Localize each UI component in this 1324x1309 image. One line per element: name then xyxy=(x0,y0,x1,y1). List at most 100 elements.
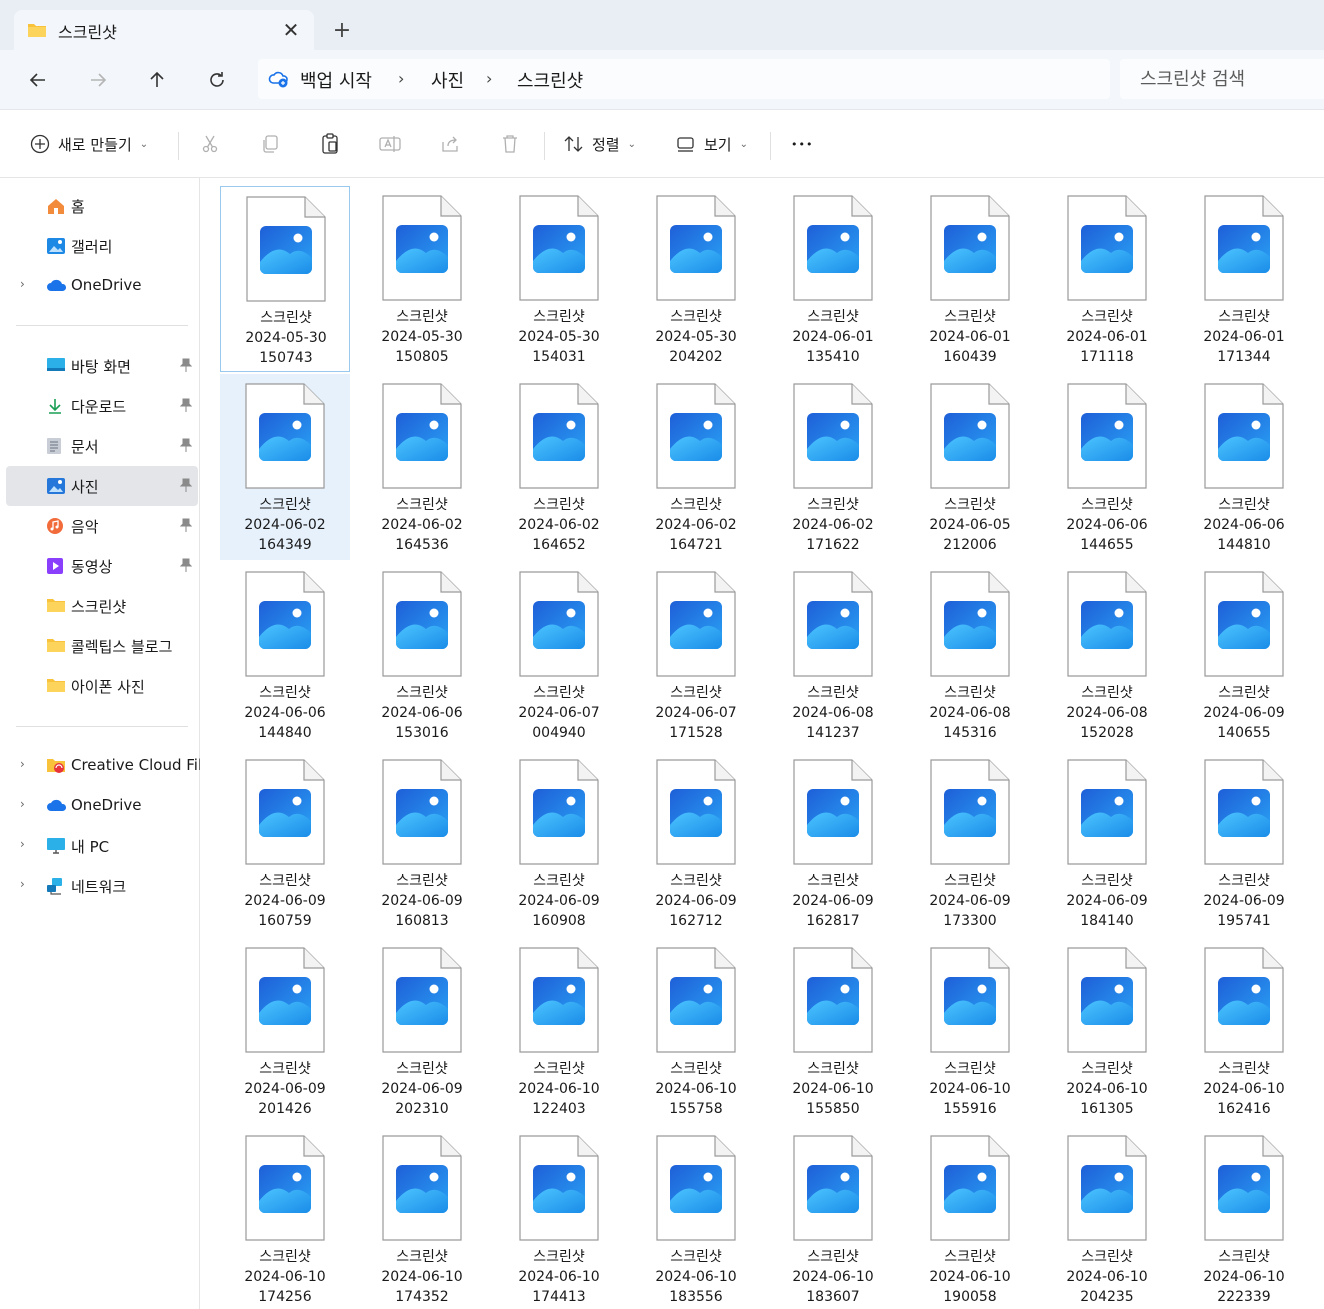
sidebar-item-folder[interactable]: 스크린샷 xyxy=(6,586,198,626)
close-tab-icon[interactable]: ✕ xyxy=(278,17,304,43)
search-box[interactable] xyxy=(1120,59,1324,99)
new-button[interactable]: 새로 만들기 ⌄ xyxy=(30,130,148,158)
file-item[interactable]: 스크린샷 2024-06-10 161305 xyxy=(1042,938,1172,1124)
sidebar-item-music[interactable]: 음악 xyxy=(6,506,198,546)
file-item[interactable]: 스크린샷 2024-06-07 004940 xyxy=(494,562,624,748)
sidebar-item-network[interactable]: › 네트워크 xyxy=(6,866,198,906)
file-item[interactable]: 스크린샷 2024-06-02 164536 xyxy=(357,374,487,560)
chevron-right-icon[interactable]: › xyxy=(20,877,25,891)
pin-icon[interactable] xyxy=(179,438,193,455)
file-item[interactable]: 스크린샷 2024-06-06 144840 xyxy=(220,562,350,748)
file-item[interactable]: 스크린샷 2024-06-09 162817 xyxy=(768,750,898,936)
sidebar-item-desktop[interactable]: 바탕 화면 xyxy=(6,346,198,386)
pin-icon[interactable] xyxy=(179,558,193,575)
sidebar-item-gallery[interactable]: 갤러리 xyxy=(6,226,198,266)
file-item[interactable]: 스크린샷 2024-05-30 154031 xyxy=(494,186,624,372)
copy-button[interactable] xyxy=(258,132,282,156)
back-button[interactable] xyxy=(20,62,56,98)
file-item[interactable]: 스크린샷 2024-06-09 160908 xyxy=(494,750,624,936)
search-input[interactable] xyxy=(1140,67,1320,91)
sidebar-item-pictures[interactable]: 사진 xyxy=(6,466,198,506)
file-item[interactable]: 스크린샷 2024-06-09 140655 xyxy=(1179,562,1309,748)
file-item[interactable]: 스크린샷 2024-05-30 204202 xyxy=(631,186,761,372)
chevron-right-icon[interactable]: › xyxy=(20,797,25,811)
file-item[interactable]: 스크린샷 2024-06-09 184140 xyxy=(1042,750,1172,936)
sort-button[interactable]: 정렬 ⌄ xyxy=(564,130,636,158)
file-item[interactable]: 스크린샷 2024-06-08 141237 xyxy=(768,562,898,748)
sidebar-item-download[interactable]: 다운로드 xyxy=(6,386,198,426)
file-item[interactable]: 스크린샷 2024-06-10 174256 xyxy=(220,1126,350,1309)
file-item[interactable]: 스크린샷 2024-06-05 212006 xyxy=(905,374,1035,560)
delete-button[interactable] xyxy=(498,132,522,156)
sidebar-item-documents[interactable]: 문서 xyxy=(6,426,198,466)
file-item[interactable]: 스크린샷 2024-06-01 160439 xyxy=(905,186,1035,372)
file-item[interactable]: 스크린샷 2024-06-10 155758 xyxy=(631,938,761,1124)
breadcrumb-backup[interactable]: 백업 시작 xyxy=(300,67,372,93)
pin-icon[interactable] xyxy=(179,518,193,535)
file-item[interactable]: 스크린샷 2024-06-09 162712 xyxy=(631,750,761,936)
tab-screenshots[interactable]: 스크린샷 ✕ xyxy=(14,10,314,50)
file-item[interactable]: 스크린샷 2024-06-08 145316 xyxy=(905,562,1035,748)
sidebar-item-folder[interactable]: 아이폰 사진 xyxy=(6,666,198,706)
file-item[interactable]: 스크린샷 2024-06-10 122403 xyxy=(494,938,624,1124)
file-item[interactable]: 스크린샷 2024-06-10 183556 xyxy=(631,1126,761,1309)
file-item[interactable]: 스크린샷 2024-06-09 202310 xyxy=(357,938,487,1124)
new-tab-button[interactable]: + xyxy=(328,16,356,44)
file-item[interactable]: 스크린샷 2024-06-10 222339 xyxy=(1179,1126,1309,1309)
sidebar-item-onedrive[interactable]: › OneDrive xyxy=(6,266,198,306)
file-item[interactable]: 스크린샷 2024-06-10 155850 xyxy=(768,938,898,1124)
rename-button[interactable] xyxy=(378,132,402,156)
file-item[interactable]: 스크린샷 2024-06-10 174352 xyxy=(357,1126,487,1309)
file-item[interactable]: 스크린샷 2024-06-06 144810 xyxy=(1179,374,1309,560)
file-item[interactable]: 스크린샷 2024-06-08 152028 xyxy=(1042,562,1172,748)
file-item[interactable]: 스크린샷 2024-05-30 150743 xyxy=(220,186,350,372)
file-item[interactable]: 스크린샷 2024-06-02 164349 xyxy=(220,374,350,560)
sidebar-item-videos[interactable]: 동영상 xyxy=(6,546,198,586)
file-item[interactable]: 스크린샷 2024-06-10 204235 xyxy=(1042,1126,1172,1309)
file-item[interactable]: 스크린샷 2024-06-09 160813 xyxy=(357,750,487,936)
breadcrumb-separator[interactable]: › xyxy=(398,69,404,88)
pin-icon[interactable] xyxy=(179,398,193,415)
file-item[interactable]: 스크린샷 2024-06-09 173300 xyxy=(905,750,1035,936)
file-item[interactable]: 스크린샷 2024-06-01 171118 xyxy=(1042,186,1172,372)
breadcrumb-separator[interactable]: › xyxy=(486,69,492,88)
pin-icon[interactable] xyxy=(179,478,193,495)
file-item[interactable]: 스크린샷 2024-06-02 171622 xyxy=(768,374,898,560)
breadcrumb-pictures[interactable]: 사진 xyxy=(431,67,464,93)
breadcrumb-screenshots[interactable]: 스크린샷 xyxy=(517,67,583,93)
file-item[interactable]: 스크린샷 2024-06-01 171344 xyxy=(1179,186,1309,372)
file-item[interactable]: 스크린샷 2024-06-01 135410 xyxy=(768,186,898,372)
file-item[interactable]: 스크린샷 2024-06-09 160759 xyxy=(220,750,350,936)
file-item[interactable]: 스크린샷 2024-06-07 171528 xyxy=(631,562,761,748)
share-button[interactable] xyxy=(438,132,462,156)
file-item[interactable]: 스크린샷 2024-05-30 150805 xyxy=(357,186,487,372)
sidebar-item-creative-cloud[interactable]: › Creative Cloud Files xyxy=(6,746,219,786)
sidebar-item-onedrive[interactable]: › OneDrive xyxy=(6,786,198,826)
file-item[interactable]: 스크린샷 2024-06-10 174413 xyxy=(494,1126,624,1309)
sidebar-item-pc[interactable]: › 내 PC xyxy=(6,826,198,866)
forward-button[interactable] xyxy=(80,62,116,98)
file-item[interactable]: 스크린샷 2024-06-06 144655 xyxy=(1042,374,1172,560)
chevron-right-icon[interactable]: › xyxy=(20,277,25,291)
refresh-button[interactable] xyxy=(199,62,235,98)
more-options-button[interactable]: ••• xyxy=(791,130,813,158)
sidebar-item-folder[interactable]: 콜렉팁스 블로그 xyxy=(6,626,198,666)
cut-button[interactable] xyxy=(198,132,222,156)
pin-icon[interactable] xyxy=(179,358,193,375)
view-button[interactable]: 보기 ⌄ xyxy=(676,130,748,158)
chevron-right-icon[interactable]: › xyxy=(20,837,25,851)
file-item[interactable]: 스크린샷 2024-06-09 201426 xyxy=(220,938,350,1124)
file-item[interactable]: 스크린샷 2024-06-02 164652 xyxy=(494,374,624,560)
chevron-right-icon[interactable]: › xyxy=(20,757,25,771)
file-item[interactable]: 스크린샷 2024-06-10 162416 xyxy=(1179,938,1309,1124)
file-item[interactable]: 스크린샷 2024-06-09 195741 xyxy=(1179,750,1309,936)
address-bar[interactable]: 백업 시작 › 사진 › 스크린샷 xyxy=(258,59,1110,99)
file-item[interactable]: 스크린샷 2024-06-10 183607 xyxy=(768,1126,898,1309)
file-item[interactable]: 스크린샷 2024-06-06 153016 xyxy=(357,562,487,748)
sidebar-item-home[interactable]: 홈 xyxy=(6,186,198,226)
paste-button[interactable] xyxy=(318,132,342,156)
file-item[interactable]: 스크린샷 2024-06-02 164721 xyxy=(631,374,761,560)
up-button[interactable] xyxy=(139,62,175,98)
file-item[interactable]: 스크린샷 2024-06-10 190058 xyxy=(905,1126,1035,1309)
file-item[interactable]: 스크린샷 2024-06-10 155916 xyxy=(905,938,1035,1124)
